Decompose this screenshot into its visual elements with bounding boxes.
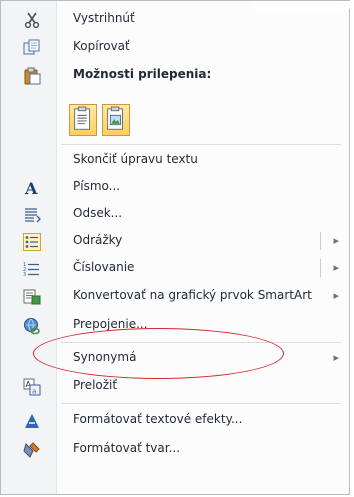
paragraph-icon bbox=[25, 208, 41, 223]
copy-icon bbox=[23, 39, 40, 55]
menu-item-label: Číslovanie bbox=[73, 260, 135, 274]
menu-item-label: Preložiť bbox=[73, 378, 118, 392]
menu-item-label: Formátovať tvar... bbox=[73, 441, 181, 455]
bullets-icon bbox=[23, 233, 41, 251]
paste-options-header: Možnosti prilepenia: bbox=[1, 61, 351, 89]
menu-item-label: Odrážky bbox=[73, 233, 123, 247]
menu-item-bullets[interactable]: Odrážky ▸ bbox=[1, 227, 351, 255]
menu-item-label: Kopírovať bbox=[73, 39, 130, 53]
separator bbox=[61, 144, 341, 145]
menu-item-numbering[interactable]: 1 2 3 Číslovanie ▸ bbox=[1, 254, 351, 282]
menu-item-label: Formátovať textové efekty... bbox=[73, 412, 243, 426]
annotation-ellipse bbox=[33, 328, 284, 379]
chevron-right-icon[interactable]: ▸ bbox=[333, 261, 339, 274]
chevron-right-icon: ▸ bbox=[333, 351, 339, 364]
picture-paste-icon bbox=[107, 106, 123, 130]
split-divider bbox=[320, 232, 321, 250]
clipboard-icon bbox=[24, 67, 41, 85]
text-effects-icon bbox=[25, 414, 39, 428]
menu-item-cut[interactable]: Vystrihnúť bbox=[1, 5, 351, 33]
menu-item-font[interactable]: A Písmo... bbox=[1, 173, 351, 201]
hyperlink-icon bbox=[24, 318, 40, 335]
scissors-icon bbox=[24, 12, 40, 29]
separator bbox=[61, 403, 341, 404]
menu-item-label: Konvertovať na grafický prvok SmartArt bbox=[73, 288, 312, 302]
menu-item-exit-text-edit[interactable]: Skončiť úpravu textu bbox=[1, 146, 351, 174]
chevron-right-icon[interactable]: ▸ bbox=[333, 234, 339, 247]
svg-text:a: a bbox=[32, 388, 36, 396]
menu-item-label: Skončiť úpravu textu bbox=[73, 152, 198, 166]
menu-item-convert-smartart[interactable]: Konvertovať na grafický prvok SmartArt ▸ bbox=[1, 282, 351, 310]
paste-picture-button[interactable] bbox=[102, 104, 130, 136]
menu-item-label: Odsek... bbox=[73, 206, 123, 220]
menu-item-paragraph[interactable]: Odsek... bbox=[1, 200, 351, 228]
menu-item-format-text-effects[interactable]: Formátovať textové efekty... bbox=[1, 406, 351, 434]
svg-text:3: 3 bbox=[23, 272, 26, 278]
menu-item-label: Písmo... bbox=[73, 179, 121, 193]
svg-text:A: A bbox=[24, 179, 38, 197]
paste-keep-text-button[interactable] bbox=[69, 104, 97, 136]
format-shape-icon bbox=[23, 442, 40, 458]
numbering-icon: 1 2 3 bbox=[23, 262, 39, 278]
menu-item-label: Možnosti prilepenia: bbox=[73, 67, 212, 81]
keep-text-only-icon bbox=[74, 106, 90, 130]
menu-item-copy[interactable]: Kopírovať bbox=[1, 33, 351, 61]
split-divider bbox=[320, 259, 321, 277]
menu-item-label: Vystrihnúť bbox=[73, 11, 135, 25]
smartart-icon bbox=[23, 289, 41, 305]
translate-icon: A a bbox=[23, 378, 41, 396]
font-icon: A bbox=[24, 179, 38, 197]
menu-item-format-shape[interactable]: Formátovať tvar... bbox=[1, 435, 351, 463]
context-menu: Vystrihnúť Kopírovať Možnosti prilepenia… bbox=[0, 0, 353, 495]
chevron-right-icon: ▸ bbox=[333, 289, 339, 302]
